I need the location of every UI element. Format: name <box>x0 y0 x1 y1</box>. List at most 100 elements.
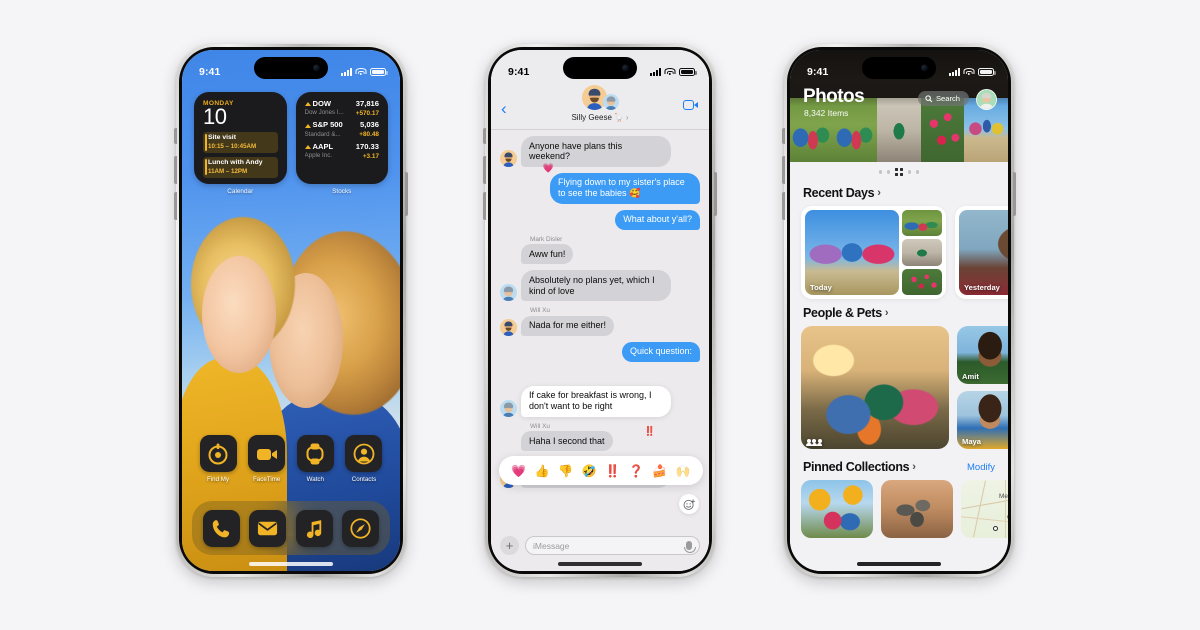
section-header-pinned-collections[interactable]: Pinned Collections › Modify <box>790 449 1008 480</box>
chat-title: Silly Geese <box>571 113 612 122</box>
message-bubble[interactable]: Nada for me either! <box>521 315 615 336</box>
iphone-home-screen: 9:41 MONDAY 10 Site visit 10:15 – 10:45A… <box>174 44 408 577</box>
person-card[interactable]: Maya <box>957 391 1008 449</box>
page-dot[interactable] <box>908 170 912 174</box>
day-card-thumb[interactable] <box>902 268 942 295</box>
phone-icon[interactable] <box>202 509 240 547</box>
silent-switch[interactable] <box>782 128 785 144</box>
safari-icon[interactable] <box>342 509 380 547</box>
calendar-event[interactable]: Site visit 10:15 – 10:45AM <box>203 131 278 154</box>
group-avatars[interactable] <box>501 84 699 110</box>
tapback-option-thumbs-up[interactable]: 👍 <box>535 464 550 478</box>
pinned-collections-row[interactable]: Meerut Ghaz <box>790 480 1008 538</box>
hero-photo[interactable] <box>877 98 921 162</box>
message-bubble-selected[interactable]: If cake for breakfast is wrong, I don't … <box>521 385 671 417</box>
day-card-main-photo[interactable]: Yesterday <box>959 210 1008 295</box>
people-pets-row[interactable]: Amit Maya <box>790 326 1008 449</box>
facetime-icon[interactable] <box>248 435 286 472</box>
day-card-thumb[interactable] <box>902 210 942 237</box>
home-indicator <box>558 562 642 566</box>
message-bubble[interactable]: Absolutely no plans yet, which I kind of… <box>521 270 671 302</box>
tapback-option-exclamation[interactable]: ‼️ <box>605 464 620 478</box>
page-dot[interactable] <box>916 170 920 174</box>
tapback-option-cake[interactable]: 🍰 <box>652 464 667 478</box>
page-dots[interactable] <box>790 162 1008 179</box>
tapback-picker[interactable]: 💗 👍 👎 🤣 ‼️ ❓ 🍰 🙌 <box>499 456 703 485</box>
message-bubble[interactable]: Aww fun! <box>521 244 574 265</box>
tapback-option-more[interactable]: 🙌 <box>676 464 691 478</box>
photos-search-button[interactable]: Search <box>918 91 969 106</box>
contacts-icon[interactable] <box>345 435 383 472</box>
power-button[interactable] <box>714 172 717 216</box>
power-button[interactable] <box>1013 172 1016 216</box>
profile-avatar[interactable] <box>976 89 997 110</box>
message-bubble[interactable]: Flying down to my sister's place to see … <box>550 172 700 204</box>
volume-up-button[interactable] <box>483 156 486 184</box>
silent-switch[interactable] <box>174 128 177 144</box>
stock-row[interactable]: AAPL Apple Inc. 170.33 +3.17 <box>304 142 379 160</box>
app-find-my[interactable]: Find My <box>196 435 240 483</box>
tapback-heart[interactable]: 💗 <box>543 163 554 173</box>
app-facetime[interactable]: FaceTime <box>245 435 289 483</box>
watch-icon[interactable] <box>296 435 334 472</box>
stock-row[interactable]: S&P 500 Standard &... 5,036 +80.48 <box>304 120 379 138</box>
volume-up-button[interactable] <box>174 156 177 184</box>
app-watch[interactable]: Watch <box>293 435 337 483</box>
stocks-widget[interactable]: DOW Dow Jones I... 37,816 +570.17 S&P 50… <box>295 92 388 195</box>
stock-name: Dow Jones I... <box>304 109 344 117</box>
music-icon[interactable] <box>295 509 333 547</box>
recent-day-card[interactable]: Today <box>801 206 946 299</box>
tapback-exclamation[interactable]: ‼️ <box>644 427 655 436</box>
people-group-photo[interactable] <box>801 326 949 449</box>
recent-days-row[interactable]: Today Yesterday <box>790 206 1008 299</box>
recent-day-card[interactable]: Yesterday <box>955 206 1008 299</box>
pinned-collection[interactable] <box>881 480 953 538</box>
stock-change: +3.17 <box>362 152 379 160</box>
avatar <box>500 284 517 302</box>
day-card-thumb[interactable] <box>902 239 942 266</box>
message-bubble[interactable]: Quick question: <box>621 341 700 362</box>
tapback-option-thumbs-down[interactable]: 👎 <box>558 464 573 478</box>
mail-icon[interactable] <box>249 509 287 547</box>
person-card[interactable]: Amit <box>957 326 1008 384</box>
chat-title-row[interactable]: Silly Geese 🪿 › <box>501 113 699 122</box>
imessage-input[interactable]: iMessage <box>525 536 700 555</box>
volume-down-button[interactable] <box>174 192 177 220</box>
volume-down-button[interactable] <box>483 192 486 220</box>
volume-up-button[interactable] <box>782 156 785 184</box>
tapback-option-haha[interactable]: 🤣 <box>582 464 597 478</box>
item-count: 8,342 Items <box>804 108 849 118</box>
silent-switch[interactable] <box>483 128 486 144</box>
pinned-collection[interactable] <box>801 480 873 538</box>
calendar-event[interactable]: Lunch with Andy 11AM – 12PM <box>203 156 278 178</box>
stock-value: 5,036 <box>359 120 379 130</box>
message-list[interactable]: Anyone have plans this weekend? 💗 Flying… <box>491 130 709 531</box>
volume-down-button[interactable] <box>782 192 785 220</box>
pinned-collection-map[interactable]: Meerut Ghaz <box>961 480 1008 538</box>
modify-button[interactable]: Modify <box>967 462 995 473</box>
status-time: 9:41 <box>807 66 829 78</box>
section-header-people-pets[interactable]: People & Pets › <box>790 299 1008 326</box>
power-button[interactable] <box>405 172 408 216</box>
stock-row[interactable]: DOW Dow Jones I... 37,816 +570.17 <box>304 99 379 117</box>
app-contacts[interactable]: Contacts <box>342 435 386 483</box>
add-sticker-icon[interactable] <box>679 494 699 514</box>
page-dot[interactable] <box>878 170 882 174</box>
message-bubble[interactable]: What about y'all? <box>615 209 700 230</box>
section-header-recent-days[interactable]: Recent Days › <box>790 179 1008 206</box>
calendar-widget-card[interactable]: MONDAY 10 Site visit 10:15 – 10:45AM Lun… <box>194 92 287 184</box>
map-location-dot <box>993 526 998 531</box>
grid-icon[interactable] <box>895 168 903 176</box>
message-bubble[interactable]: Haha I second that <box>521 431 613 452</box>
tapback-option-question[interactable]: ❓ <box>629 464 644 478</box>
hero-photo[interactable] <box>920 98 965 162</box>
calendar-widget[interactable]: MONDAY 10 Site visit 10:15 – 10:45AM Lun… <box>194 92 287 195</box>
findmy-icon[interactable] <box>199 435 237 472</box>
day-card-main-photo[interactable]: Today <box>805 210 899 295</box>
stocks-widget-card[interactable]: DOW Dow Jones I... 37,816 +570.17 S&P 50… <box>295 92 388 184</box>
page-dot[interactable] <box>886 170 890 174</box>
plus-icon[interactable]: + <box>500 536 519 555</box>
tapback-option-heart[interactable]: 💗 <box>511 464 526 478</box>
microphone-icon[interactable] <box>684 541 696 553</box>
message-sender: Will Xu <box>530 307 550 315</box>
